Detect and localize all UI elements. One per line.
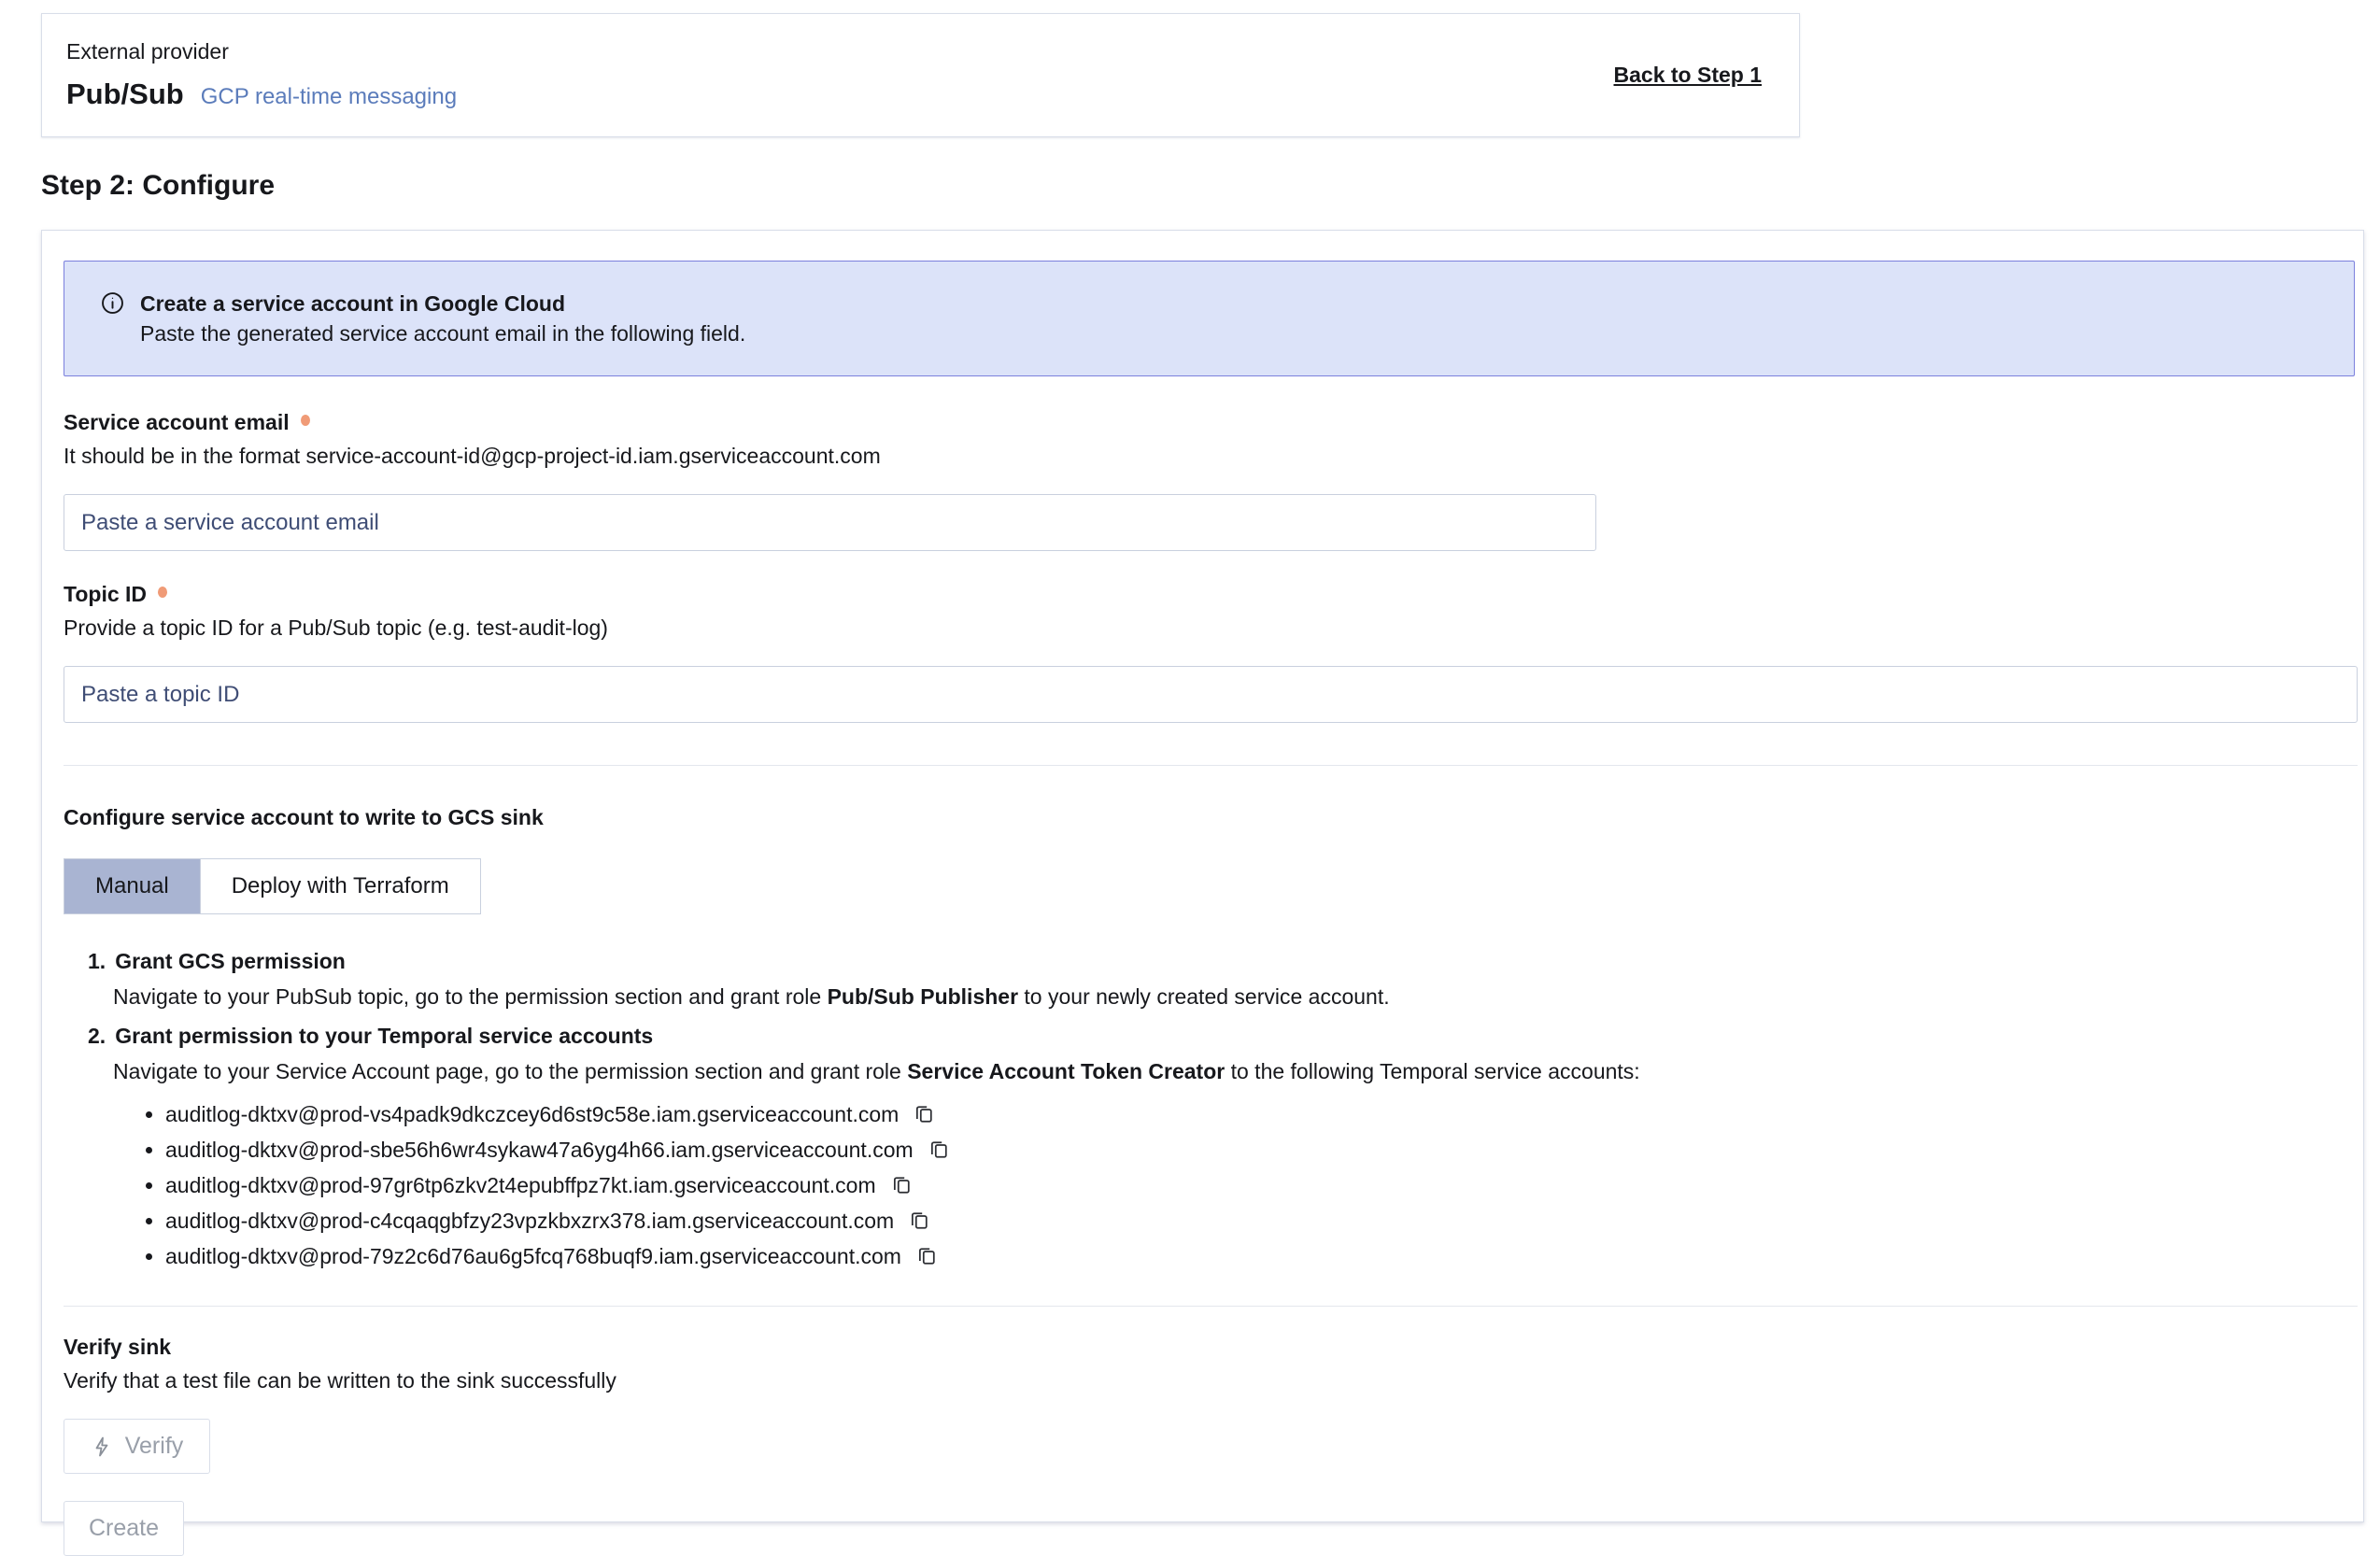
bullet-icon (146, 1218, 152, 1224)
create-button-label: Create (89, 1515, 159, 1542)
service-account-email: auditlog-dktxv@prod-vs4padk9dkczcey6d6st… (165, 1102, 899, 1127)
page-title: Step 2: Configure (41, 170, 275, 202)
provider-label: External provider (66, 39, 457, 64)
configure-card: Create a service account in Google Cloud… (41, 230, 2364, 1522)
configure-section-title: Configure service account to write to GC… (64, 805, 2355, 830)
info-alert: Create a service account in Google Cloud… (64, 261, 2355, 376)
step-body: Navigate to your Service Account page, g… (113, 1058, 2355, 1084)
verify-button[interactable]: Verify (64, 1419, 210, 1474)
service-account-item: auditlog-dktxv@prod-79z2c6d76au6g5fcq768… (146, 1238, 2355, 1274)
verify-button-label: Verify (125, 1433, 184, 1460)
service-account-item: auditlog-dktxv@prod-vs4padk9dkczcey6d6st… (146, 1096, 2355, 1132)
bullet-icon (146, 1253, 152, 1260)
configure-tabs: Manual Deploy with Terraform (64, 858, 481, 914)
step-title: Grant permission to your Temporal servic… (115, 1023, 653, 1049)
service-account-email-input[interactable] (64, 494, 1596, 551)
service-account-email: auditlog-dktxv@prod-c4cqaqgbfzy23vpzkbxz… (165, 1209, 894, 1234)
step-title: Grant GCS permission (115, 948, 346, 974)
provider-meta: External provider Pub/Sub GCP real-time … (66, 39, 457, 111)
copy-icon[interactable] (928, 1139, 949, 1161)
tab-manual[interactable]: Manual (64, 859, 200, 913)
service-account-email: auditlog-dktxv@prod-79z2c6d76au6g5fcq768… (165, 1244, 901, 1269)
step-body: Navigate to your PubSub topic, go to the… (113, 983, 2355, 1010)
step-grant-gcs-permission: 1. Grant GCS permission Navigate to your… (88, 948, 2355, 1010)
alert-body: Paste the generated service account emai… (140, 319, 745, 347)
info-icon (100, 290, 125, 347)
step-number: 1. (88, 948, 106, 974)
topic-id-helper: Provide a topic ID for a Pub/Sub topic (… (64, 615, 2355, 640)
section-divider (64, 1306, 2358, 1307)
copy-icon[interactable] (891, 1174, 912, 1196)
back-to-step-1-link[interactable]: Back to Step 1 (1614, 63, 1763, 88)
required-indicator (158, 587, 167, 598)
bullet-icon (146, 1111, 152, 1118)
alert-title: Create a service account in Google Cloud (140, 290, 745, 318)
section-divider (64, 765, 2358, 766)
service-account-email: auditlog-dktxv@prod-97gr6tp6zkv2t4epubff… (165, 1173, 876, 1198)
service-account-item: auditlog-dktxv@prod-97gr6tp6zkv2t4epubff… (146, 1167, 2355, 1203)
bullet-icon (146, 1147, 152, 1153)
create-button[interactable]: Create (64, 1501, 184, 1556)
provider-name: Pub/Sub (66, 78, 184, 111)
provider-card: External provider Pub/Sub GCP real-time … (41, 13, 1800, 137)
lightning-icon (91, 1435, 113, 1459)
verify-sink-title: Verify sink (64, 1335, 2355, 1360)
service-account-email-helper: It should be in the format service-accou… (64, 444, 2355, 468)
instruction-steps: 1. Grant GCS permission Navigate to your… (88, 948, 2355, 1274)
verify-sink-helper: Verify that a test file can be written t… (64, 1368, 2355, 1393)
service-account-email-label: Service account email (64, 410, 290, 434)
service-account-item: auditlog-dktxv@prod-c4cqaqgbfzy23vpzkbxz… (146, 1203, 2355, 1238)
service-account-list: auditlog-dktxv@prod-vs4padk9dkczcey6d6st… (146, 1096, 2355, 1274)
copy-icon[interactable] (914, 1103, 934, 1125)
topic-id-input[interactable] (64, 666, 2358, 723)
tab-deploy-with-terraform[interactable]: Deploy with Terraform (200, 859, 480, 913)
provider-description: GCP real-time messaging (201, 84, 457, 110)
service-account-email: auditlog-dktxv@prod-sbe56h6wr4sykaw47a6y… (165, 1138, 914, 1163)
topic-id-label: Topic ID (64, 582, 147, 606)
bullet-icon (146, 1182, 152, 1189)
service-account-item: auditlog-dktxv@prod-sbe56h6wr4sykaw47a6y… (146, 1132, 2355, 1167)
copy-icon[interactable] (916, 1245, 937, 1267)
step-grant-temporal-permission: 2. Grant permission to your Temporal ser… (88, 1023, 2355, 1274)
copy-icon[interactable] (909, 1209, 929, 1232)
required-indicator (301, 415, 310, 426)
step-number: 2. (88, 1023, 106, 1049)
